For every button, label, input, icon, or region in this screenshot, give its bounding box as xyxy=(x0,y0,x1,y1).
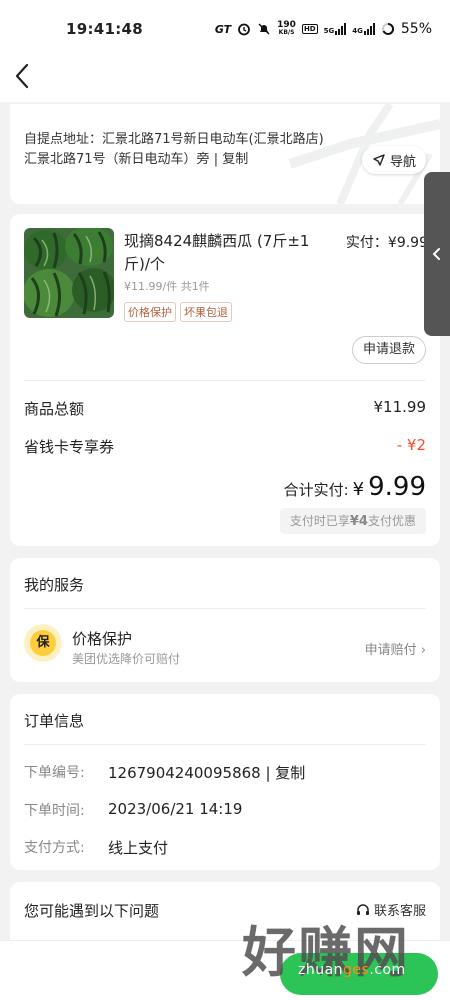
coupon-label: 省钱卡专享券 xyxy=(24,438,115,456)
signal-4g: 4G xyxy=(352,23,375,35)
product-title[interactable]: 现摘8424麒麟西瓜 (7斤±1斤)/个 xyxy=(124,230,324,276)
navigate-label: 导航 xyxy=(389,154,416,170)
coupon-value: - ¥2 xyxy=(396,436,426,454)
total-paid: 合计实付: ¥ 9.99 xyxy=(284,472,426,502)
site-watermark-url: zhuanges.com xyxy=(298,962,406,978)
side-collapse-tab[interactable] xyxy=(424,172,450,336)
pay-hint-amount: ¥4 xyxy=(349,514,368,529)
apply-compensation-link[interactable]: 申请赔付 › xyxy=(365,639,426,658)
payment-method-value: 线上支付 xyxy=(108,839,169,857)
navigate-button[interactable]: 导航 xyxy=(361,146,426,174)
faq-title: 您可能遇到以下问题 xyxy=(24,902,160,920)
status-bar: 19:41:48 GT 190 KB/S HD 5G 4G 55% xyxy=(0,0,450,58)
net-speed-unit: KB/S xyxy=(278,29,295,36)
my-services-card: 我的服务 保 价格保护 美团优选降价可赔付 申请赔付 › xyxy=(10,558,440,682)
pay-hint-suffix: 支付优惠 xyxy=(367,514,416,528)
chevron-left-icon xyxy=(432,248,440,260)
product-paid-amount: 实付：¥9.99 xyxy=(345,235,428,251)
divider xyxy=(24,744,426,745)
payment-discount-hint: 支付时已享¥4支付优惠 xyxy=(279,508,426,534)
order-info-title: 订单信息 xyxy=(24,712,85,730)
service-name: 价格保护 xyxy=(72,630,133,648)
battery-ring-icon xyxy=(381,22,394,35)
goods-total-value: ¥11.99 xyxy=(373,398,427,416)
order-time-label: 下单时间: xyxy=(24,803,85,819)
order-time-value: 2023/06/21 14:19 xyxy=(108,800,243,818)
pickup-address-text: 自提点地址：汇景北路71号新日电动车(汇景北路店)汇景北路71号（新日电动车）旁… xyxy=(24,130,324,170)
alarm-icon xyxy=(238,23,251,36)
signal-bars-icon xyxy=(363,23,375,35)
back-arrow-icon[interactable] xyxy=(10,62,38,90)
product-image-watermelon[interactable] xyxy=(24,228,114,318)
apply-refund-button[interactable]: 申请退款 xyxy=(351,336,426,364)
watermark-url-prefix: zhuan xyxy=(298,962,344,978)
status-icons: GT 190 KB/S HD 5G 4G 55% xyxy=(214,21,432,38)
product-card: 现摘8424麒麟西瓜 (7斤±1斤)/个 ¥11.99/件 共1件 价格保护 坏… xyxy=(10,214,440,546)
pickup-address-card: 自提点地址：汇景北路71号新日电动车(汇景北路店)汇景北路71号（新日电动车）旁… xyxy=(10,104,440,204)
total-currency-symbol: ¥ xyxy=(352,479,365,500)
signal-5g-label: 5G xyxy=(323,27,335,35)
payment-method-label: 支付方式: xyxy=(24,840,85,856)
tag-price-protection: 价格保护 xyxy=(124,302,176,322)
product-tags: 价格保护 坏果包退 xyxy=(124,302,232,322)
gt-icon: GT xyxy=(214,22,232,36)
order-number-label: 下单编号: xyxy=(24,765,85,781)
pay-hint-prefix: 支付时已享 xyxy=(289,514,350,528)
goods-total-label: 商品总额 xyxy=(24,400,85,418)
net-speed: 190 KB/S xyxy=(277,21,296,37)
product-unit-price: ¥11.99/件 共1件 xyxy=(124,280,210,293)
hd-badge: HD xyxy=(301,24,318,34)
total-paid-label: 合计实付: xyxy=(283,481,349,499)
watermark-url-highlight: ges xyxy=(343,962,370,978)
signal-bars-icon xyxy=(335,23,347,35)
net-speed-value: 190 xyxy=(277,20,296,30)
navigate-arrow-icon xyxy=(373,154,385,166)
watermark-url-suffix: .com xyxy=(369,962,406,978)
status-time: 19:41:48 xyxy=(66,20,144,38)
pickup-address-line: 自提点地址：汇景北路71号新日电动车(汇景北路店)汇景北路71号（新日电动车）旁 xyxy=(24,132,324,167)
signal-4g-label: 4G xyxy=(352,27,363,35)
signal-5g: 5G xyxy=(324,23,347,35)
copy-address-link[interactable]: | 复制 xyxy=(214,152,249,167)
service-desc: 美团优选降价可赔付 xyxy=(72,652,181,666)
protection-badge-char: 保 xyxy=(30,630,56,656)
total-paid-amount: 9.99 xyxy=(368,472,426,502)
protection-badge-icon: 保 xyxy=(24,624,62,662)
order-info-card: 订单信息 下单编号: 1267904240095868 | 复制 下单时间: 2… xyxy=(10,694,440,870)
services-title: 我的服务 xyxy=(24,576,85,594)
page-header xyxy=(0,58,450,102)
tag-bad-fruit-refund: 坏果包退 xyxy=(180,302,232,322)
battery-percent: 55% xyxy=(400,21,432,37)
divider xyxy=(24,608,426,609)
order-number-value[interactable]: 1267904240095868 | 复制 xyxy=(108,762,305,783)
divider xyxy=(24,380,426,381)
mute-bell-icon xyxy=(258,23,270,35)
